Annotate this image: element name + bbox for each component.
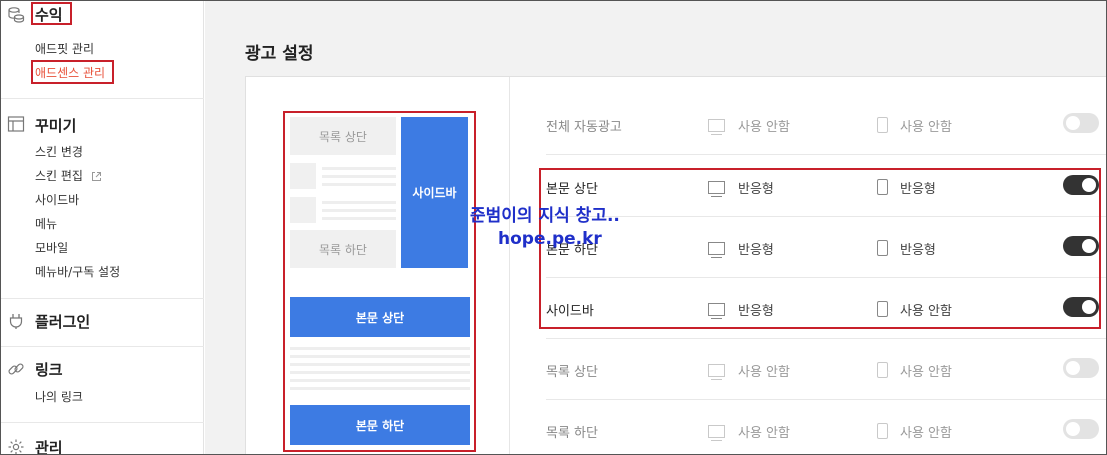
toggle-switch[interactable] xyxy=(1063,113,1099,133)
plug-icon xyxy=(9,314,23,329)
desktop-icon xyxy=(708,364,725,380)
highlight-box-preview xyxy=(283,111,476,452)
gear-icon xyxy=(8,439,24,454)
desktop-icon xyxy=(708,119,725,135)
sidebar-item-mobile[interactable]: 모바일 xyxy=(35,239,68,256)
mobile-setting[interactable]: 사용 안함 xyxy=(900,422,952,441)
desktop-icon xyxy=(708,425,725,441)
ad-row-list-bottom: 목록 하단 사용 안함 사용 안함 xyxy=(546,400,1106,454)
mobile-icon xyxy=(877,117,888,133)
sidebar-section-manage: 관리 xyxy=(1,423,204,454)
external-link-icon xyxy=(91,172,101,181)
toggle-knob xyxy=(1066,422,1080,436)
sidebar-section-link: 링크 나의 링크 xyxy=(1,347,204,423)
card-divider xyxy=(509,77,510,454)
ad-row-label: 목록 하단 xyxy=(546,426,598,441)
app-window: 수익 애드핏 관리 애드센스 관리 꾸미기 스킨 변경 스킨 편집 사이드바 메 xyxy=(0,0,1107,455)
mobile-icon xyxy=(877,423,888,439)
mobile-setting[interactable]: 사용 안함 xyxy=(900,116,952,135)
pc-setting[interactable]: 사용 안함 xyxy=(738,361,790,380)
toggle-switch[interactable] xyxy=(1063,419,1099,439)
page-title: 광고 설정 xyxy=(245,44,314,64)
ad-row-auto: 전체 자동광고 사용 안함 사용 안함 xyxy=(546,94,1106,155)
highlight-box-revenue xyxy=(31,2,72,25)
watermark-url: hope.pe.kr xyxy=(498,229,602,249)
toggle-knob xyxy=(1066,361,1080,375)
sidebar-item-menubar-subscribe[interactable]: 메뉴바/구독 설정 xyxy=(35,263,120,280)
ad-settings-card: 목록 상단 사이드바 목록 하단 본문 상단 본문 하단 전체 자동광고 사용 … xyxy=(245,76,1106,454)
highlight-box-enabled-rows xyxy=(539,168,1101,329)
mobile-icon xyxy=(877,362,888,378)
watermark-text: 준범이의 지식 창고.. xyxy=(470,206,620,226)
sidebar-title-link[interactable]: 링크 xyxy=(35,359,63,380)
sidebar-item-menu[interactable]: 메뉴 xyxy=(35,215,57,232)
highlight-box-adsense xyxy=(31,60,114,84)
sidebar-title-decorate[interactable]: 꾸미기 xyxy=(35,115,76,136)
sidebar-item-my-link[interactable]: 나의 링크 xyxy=(35,388,83,405)
sidebar-title-plugin[interactable]: 플러그인 xyxy=(35,311,90,332)
layout-icon xyxy=(7,116,25,132)
ad-row-label: 목록 상단 xyxy=(546,365,598,380)
sidebar-item-skin-change[interactable]: 스킨 변경 xyxy=(35,143,83,160)
sidebar: 수익 애드핏 관리 애드센스 관리 꾸미기 스킨 변경 스킨 편집 사이드바 메 xyxy=(1,1,204,454)
mobile-setting[interactable]: 사용 안함 xyxy=(900,361,952,380)
pc-setting[interactable]: 사용 안함 xyxy=(738,116,790,135)
toggle-knob xyxy=(1066,116,1080,130)
ad-row-list-top: 목록 상단 사용 안함 사용 안함 xyxy=(546,339,1106,400)
sidebar-title-manage[interactable]: 관리 xyxy=(35,437,63,454)
sidebar-item-adfit[interactable]: 애드핏 관리 xyxy=(35,40,94,57)
main-content: 광고 설정 목록 상단 사이드바 목록 하단 본문 상단 본문 하단 전체 자동… xyxy=(205,1,1106,454)
sidebar-item-skin-edit-label: 스킨 편집 xyxy=(35,169,83,183)
ad-row-label: 전체 자동광고 xyxy=(546,120,622,135)
pc-setting[interactable]: 사용 안함 xyxy=(738,422,790,441)
link-icon xyxy=(8,363,24,375)
sidebar-section-revenue: 수익 애드핏 관리 애드센스 관리 xyxy=(1,1,204,99)
sidebar-item-skin-edit[interactable]: 스킨 편집 xyxy=(35,167,102,184)
coins-icon xyxy=(8,7,25,23)
toggle-switch[interactable] xyxy=(1063,358,1099,378)
sidebar-section-decorate: 꾸미기 스킨 변경 스킨 편집 사이드바 메뉴 모바일 메뉴바/구독 설정 xyxy=(1,99,204,299)
sidebar-section-plugin: 플러그인 xyxy=(1,299,204,347)
sidebar-item-sidebar[interactable]: 사이드바 xyxy=(35,191,79,208)
